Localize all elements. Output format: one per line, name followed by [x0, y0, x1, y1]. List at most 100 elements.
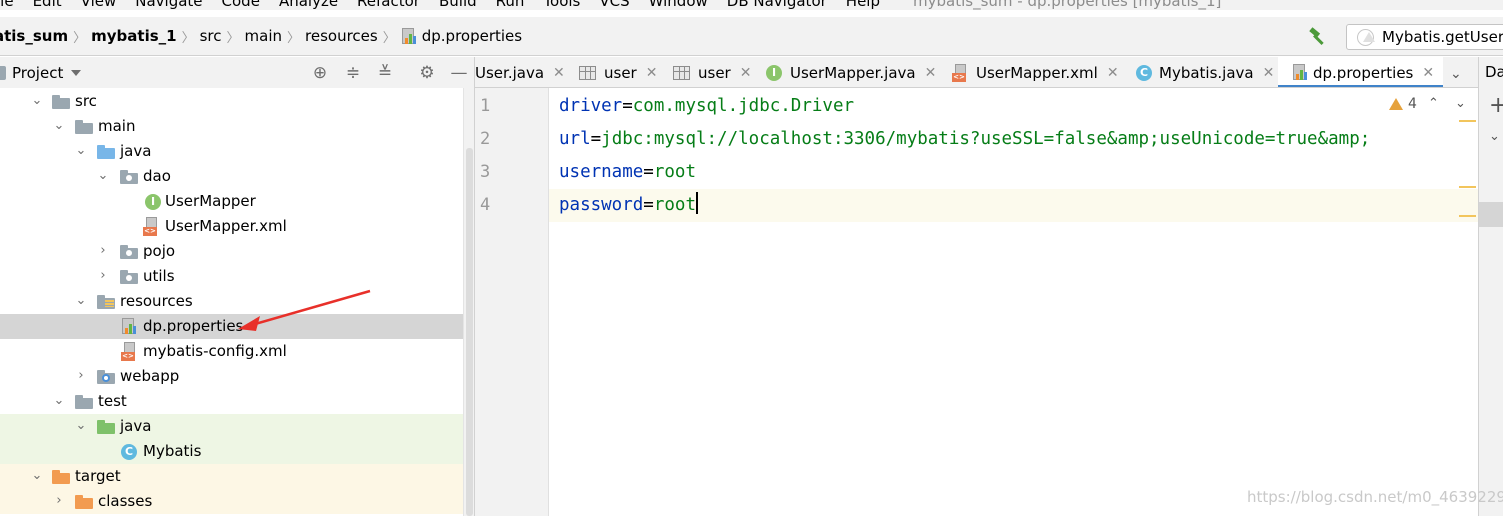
tree-item-java[interactable]: ⌄ java — [0, 139, 463, 164]
error-stripe-mark[interactable] — [1459, 215, 1476, 217]
chevron-down-icon[interactable]: ⌄ — [53, 394, 65, 407]
breadcrumb-src[interactable]: src 〉 — [200, 27, 245, 46]
tab-usermapper-xml[interactable]: <> UserMapper.xml ✕ — [952, 57, 1119, 87]
database-panel: Da + ⌄ — [1478, 57, 1503, 516]
collapse-all-icon[interactable]: ≚ — [375, 63, 395, 83]
tree-item-webapp[interactable]: › webapp — [0, 364, 463, 389]
line-number: 2 — [480, 129, 491, 149]
tree-item-pojo[interactable]: › pojo — [0, 239, 463, 264]
close-icon[interactable]: ✕ — [553, 65, 565, 81]
xml-file-icon: <> — [121, 342, 138, 361]
package-icon — [120, 245, 138, 259]
tab-mybatis-java[interactable]: C Mybatis.java ✕ — [1136, 57, 1275, 87]
error-stripe-mark[interactable] — [1459, 120, 1476, 122]
tab-list-chevron-icon[interactable]: ⌄ — [1450, 66, 1462, 82]
tree-item-usermapper-xml[interactable]: <> UserMapper.xml — [0, 214, 463, 239]
chevron-right-icon[interactable]: › — [53, 494, 65, 507]
chevron-down-icon[interactable]: ⌄ — [31, 94, 43, 107]
tree-item-mybatis-config-xml[interactable]: <> mybatis-config.xml — [0, 339, 463, 364]
breadcrumb-file[interactable]: dp.properties — [401, 27, 522, 45]
chevron-down-icon[interactable]: ⌄ — [75, 419, 87, 432]
chevron-down-icon[interactable]: ⌄ — [53, 119, 65, 132]
chevron-down-icon[interactable]: ⌄ — [75, 144, 87, 157]
chevron-down-icon[interactable]: ⌄ — [1489, 129, 1500, 144]
previous-highlight-icon[interactable]: ⌃ — [1428, 96, 1439, 111]
code-line-2[interactable]: url=jdbc:mysql://localhost:3306/mybatis?… — [559, 123, 1370, 156]
close-icon[interactable]: ✕ — [1263, 65, 1275, 81]
line-number: 3 — [480, 162, 491, 182]
project-tree-scrollbar[interactable] — [463, 88, 474, 516]
menu-run[interactable]: Run — [496, 0, 525, 10]
menu-help[interactable]: Help — [846, 0, 880, 10]
breadcrumb-project[interactable]: atis_sum 〉 — [0, 27, 91, 46]
close-icon[interactable]: ✕ — [646, 65, 658, 81]
chevron-right-icon: 〉 — [73, 30, 87, 46]
tree-item-dao[interactable]: ⌄ dao — [0, 164, 463, 189]
tab-dp-properties[interactable]: dp.properties ✕ — [1278, 57, 1443, 87]
run-config-icon — [1357, 28, 1375, 46]
folder-icon — [52, 95, 70, 109]
code-editor[interactable]: driver=com.mysql.jdbc.Driver url=jdbc:my… — [549, 88, 1478, 516]
code-line-1[interactable]: driver=com.mysql.jdbc.Driver — [559, 90, 854, 123]
tab-user-table-1[interactable]: user ✕ — [579, 57, 658, 87]
expand-all-icon[interactable]: ≑ — [343, 63, 363, 83]
watermark: https://blog.csdn.net/m0_46392290 — [1247, 488, 1503, 506]
chevron-down-icon[interactable]: ⌄ — [97, 169, 109, 182]
breadcrumb-module[interactable]: mybatis_1 〉 — [91, 27, 199, 46]
tree-item-src[interactable]: ⌄ src — [0, 89, 463, 114]
menu-view[interactable]: View — [81, 0, 117, 10]
menu-tools[interactable]: Tools — [543, 0, 580, 10]
hide-panel-icon[interactable]: — — [449, 63, 469, 83]
tree-item-mybatis[interactable]: C Mybatis — [0, 439, 463, 464]
tab-user-java[interactable]: User.java ✕ — [475, 57, 565, 87]
tree-item-usermapper[interactable]: I UserMapper — [0, 189, 463, 214]
editor-scrollbar[interactable] — [1459, 88, 1478, 516]
tab-usermapper-java[interactable]: I UserMapper.java ✕ — [766, 57, 937, 87]
tree-item-test[interactable]: ⌄ test — [0, 389, 463, 414]
project-view-selector[interactable]: Project — [0, 64, 63, 82]
build-hammer-icon[interactable] — [1308, 27, 1328, 47]
tree-item-classes[interactable]: › classes — [0, 489, 463, 514]
tab-user-table-2[interactable]: user ✕ — [673, 57, 752, 87]
code-line-3[interactable]: username=root — [559, 156, 696, 189]
menu-analyze[interactable]: Analyze — [279, 0, 338, 10]
add-icon[interactable]: + — [1489, 93, 1503, 118]
close-icon[interactable]: ✕ — [925, 65, 937, 81]
breadcrumb-main[interactable]: main 〉 — [245, 27, 306, 46]
inspection-widget[interactable]: 4 — [1389, 96, 1417, 112]
error-stripe-mark[interactable] — [1459, 186, 1476, 188]
close-icon[interactable]: ✕ — [1107, 65, 1119, 81]
menu-file[interactable]: ile — [0, 0, 14, 10]
menu-db-navigator[interactable]: DB Navigator — [727, 0, 827, 10]
selected-row[interactable] — [1479, 202, 1503, 227]
chevron-down-icon[interactable]: ⌄ — [75, 294, 87, 307]
folder-icon — [75, 120, 93, 134]
close-icon[interactable]: ✕ — [1422, 65, 1434, 81]
package-icon — [120, 270, 138, 284]
menu-refactor[interactable]: Refactor — [357, 0, 420, 10]
menu-code[interactable]: Code — [222, 0, 260, 10]
scrollbar-thumb[interactable] — [466, 148, 473, 516]
run-configuration-select[interactable]: Mybatis.getUserL — [1346, 24, 1503, 50]
close-icon[interactable]: ✕ — [740, 65, 752, 81]
chevron-right-icon: 〉 — [287, 30, 301, 46]
menu-window[interactable]: Window — [649, 0, 708, 10]
tree-item-target[interactable]: ⌄ target — [0, 464, 463, 489]
menu-navigate[interactable]: Navigate — [135, 0, 202, 10]
xml-file-icon: <> — [952, 63, 969, 82]
menu-vcs[interactable]: VCS — [599, 0, 629, 10]
chevron-right-icon[interactable]: › — [75, 369, 87, 382]
tree-item-test-java[interactable]: ⌄ java — [0, 414, 463, 439]
gear-icon[interactable]: ⚙ — [417, 63, 437, 83]
menu-build[interactable]: Build — [439, 0, 477, 10]
code-line-4[interactable]: password=root — [559, 189, 698, 222]
menu-edit[interactable]: Edit — [33, 0, 62, 10]
locate-icon[interactable]: ⊕ — [310, 63, 330, 83]
chevron-right-icon[interactable]: › — [97, 269, 109, 282]
chevron-right-icon[interactable]: › — [97, 244, 109, 257]
tree-item-main[interactable]: ⌄ main — [0, 114, 463, 139]
chevron-down-icon[interactable] — [71, 69, 82, 76]
breadcrumb-resources[interactable]: resources 〉 — [305, 27, 401, 46]
warning-count: 4 — [1408, 96, 1417, 112]
chevron-down-icon[interactable]: ⌄ — [31, 469, 43, 482]
